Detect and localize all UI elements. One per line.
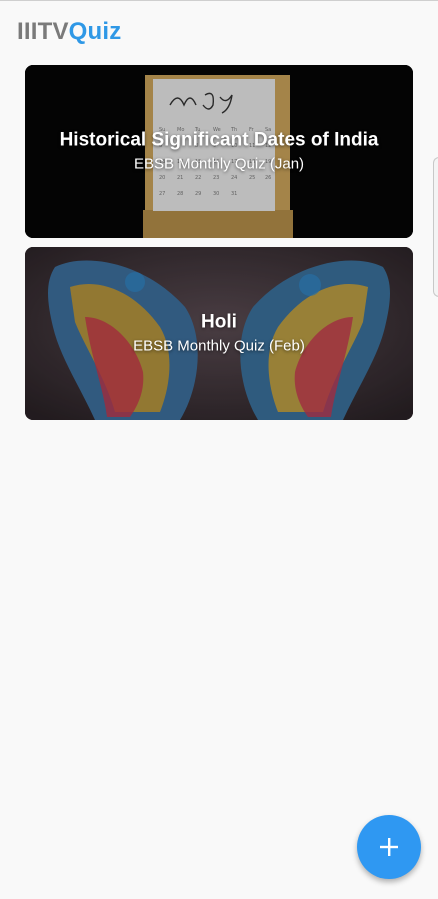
quiz-card-title: Holi [201,311,237,332]
quiz-card-holi[interactable]: Holi EBSB Monthly Quiz (Feb) [25,247,413,420]
plus-icon [380,838,398,856]
app-title-part-2: Quiz [68,18,122,45]
quiz-card-text: Historical Significant Dates of India EB… [25,128,413,175]
add-quiz-button[interactable] [357,815,421,879]
quiz-card-subtitle: EBSB Monthly Quiz (Jan) [133,155,305,172]
quiz-card-title: Historical Significant Dates of India [59,129,379,150]
quiz-card-historical-dates[interactable]: Su Mo Tu We Th Fr Sa 6 7 8 9 10 11 12 13 14 15 16 17 18 19… [25,65,413,238]
app-title-part-1: IIITV [17,18,69,45]
status-divider [0,0,438,1]
edge-panel-handle[interactable] [433,157,438,297]
app-title: IIITVQuiz [17,18,121,46]
quiz-card-subtitle: EBSB Monthly Quiz (Feb) [133,337,305,354]
quiz-card-text: Holi EBSB Monthly Quiz (Feb) [25,310,413,357]
